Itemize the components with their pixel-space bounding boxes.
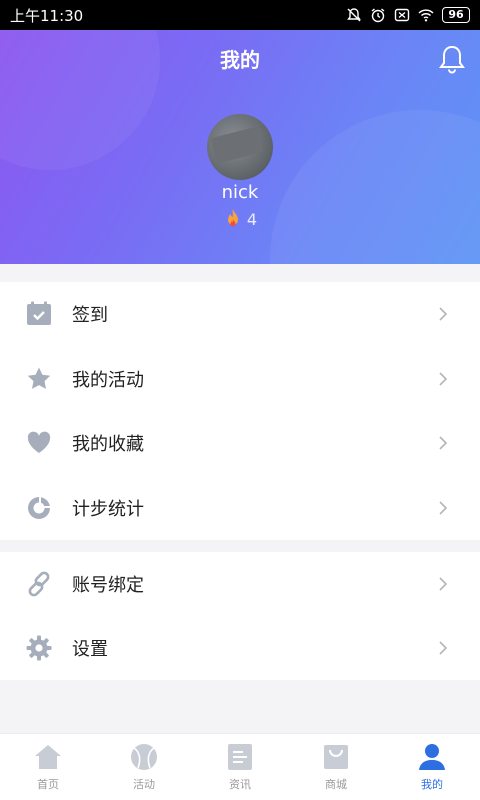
menu-item-checkin[interactable]: 签到 <box>0 282 480 347</box>
wifi-icon <box>418 7 434 23</box>
chevron-right-icon <box>439 577 448 591</box>
home-icon <box>35 745 61 769</box>
tab-label: 首页 <box>37 778 59 791</box>
status-bar: 上午11:30 96 <box>0 0 480 30</box>
tab-label: 资讯 <box>229 778 251 791</box>
menu-item-my-activities[interactable]: 我的活动 <box>0 347 480 412</box>
bell-icon[interactable] <box>438 44 466 74</box>
chevron-right-icon <box>439 641 448 655</box>
tab-home[interactable]: 首页 <box>0 734 96 800</box>
tab-activities[interactable]: 活动 <box>96 734 192 800</box>
status-time: 上午11:30 <box>10 6 84 25</box>
fire-score: 4 <box>0 208 480 230</box>
page-title: 我的 <box>220 48 260 72</box>
bell-off-icon <box>346 7 362 23</box>
chevron-right-icon <box>439 436 448 450</box>
heart-icon <box>27 431 51 454</box>
status-icons: 96 <box>346 7 470 23</box>
tab-mine[interactable]: 我的 <box>384 734 480 800</box>
ring-chart-icon <box>28 496 50 519</box>
fire-icon <box>227 209 238 227</box>
alarm-icon <box>370 7 386 23</box>
menu-item-label: 我的收藏 <box>72 434 144 456</box>
ball-icon <box>131 744 157 770</box>
menu-item-label: 我的活动 <box>72 369 144 391</box>
menu-item-settings[interactable]: 设置 <box>0 616 480 680</box>
menu-item-account-binding[interactable]: 账号绑定 <box>0 552 480 616</box>
star-icon <box>27 367 51 389</box>
tab-shop[interactable]: 商城 <box>288 734 384 800</box>
menu-item-favorites[interactable]: 我的收藏 <box>0 411 480 476</box>
chevron-right-icon <box>439 307 448 321</box>
sim-off-icon <box>394 7 410 23</box>
menu-item-step-stats[interactable]: 计步统计 <box>0 476 480 541</box>
link-icon <box>28 571 50 597</box>
bottom-tab-bar: 首页 活动 资讯 商城 我的 <box>0 733 480 800</box>
person-icon <box>419 744 445 770</box>
menu-group-account: 账号绑定 设置 <box>0 552 480 680</box>
gear-icon <box>26 635 52 661</box>
fire-count: 4 <box>246 209 258 229</box>
chevron-right-icon <box>439 501 448 515</box>
avatar[interactable] <box>207 114 273 180</box>
menu-item-label: 设置 <box>72 639 108 660</box>
tab-news[interactable]: 资讯 <box>192 734 288 800</box>
bag-icon <box>324 745 348 769</box>
username: nick <box>221 182 259 203</box>
profile-header: 我的 nick 4 <box>0 30 480 264</box>
menu-group-main: 签到 我的活动 我的收藏 计步统计 <box>0 282 480 540</box>
tab-label: 我的 <box>421 778 443 791</box>
chevron-right-icon <box>439 372 448 386</box>
tab-label: 活动 <box>133 778 155 791</box>
calendar-check-icon <box>27 301 51 326</box>
battery-indicator: 96 <box>442 7 470 23</box>
tab-label: 商城 <box>325 778 347 791</box>
menu-item-label: 计步统计 <box>72 498 144 520</box>
menu-item-label: 账号绑定 <box>72 575 144 596</box>
menu-item-label: 签到 <box>72 305 108 327</box>
news-icon <box>228 744 252 770</box>
